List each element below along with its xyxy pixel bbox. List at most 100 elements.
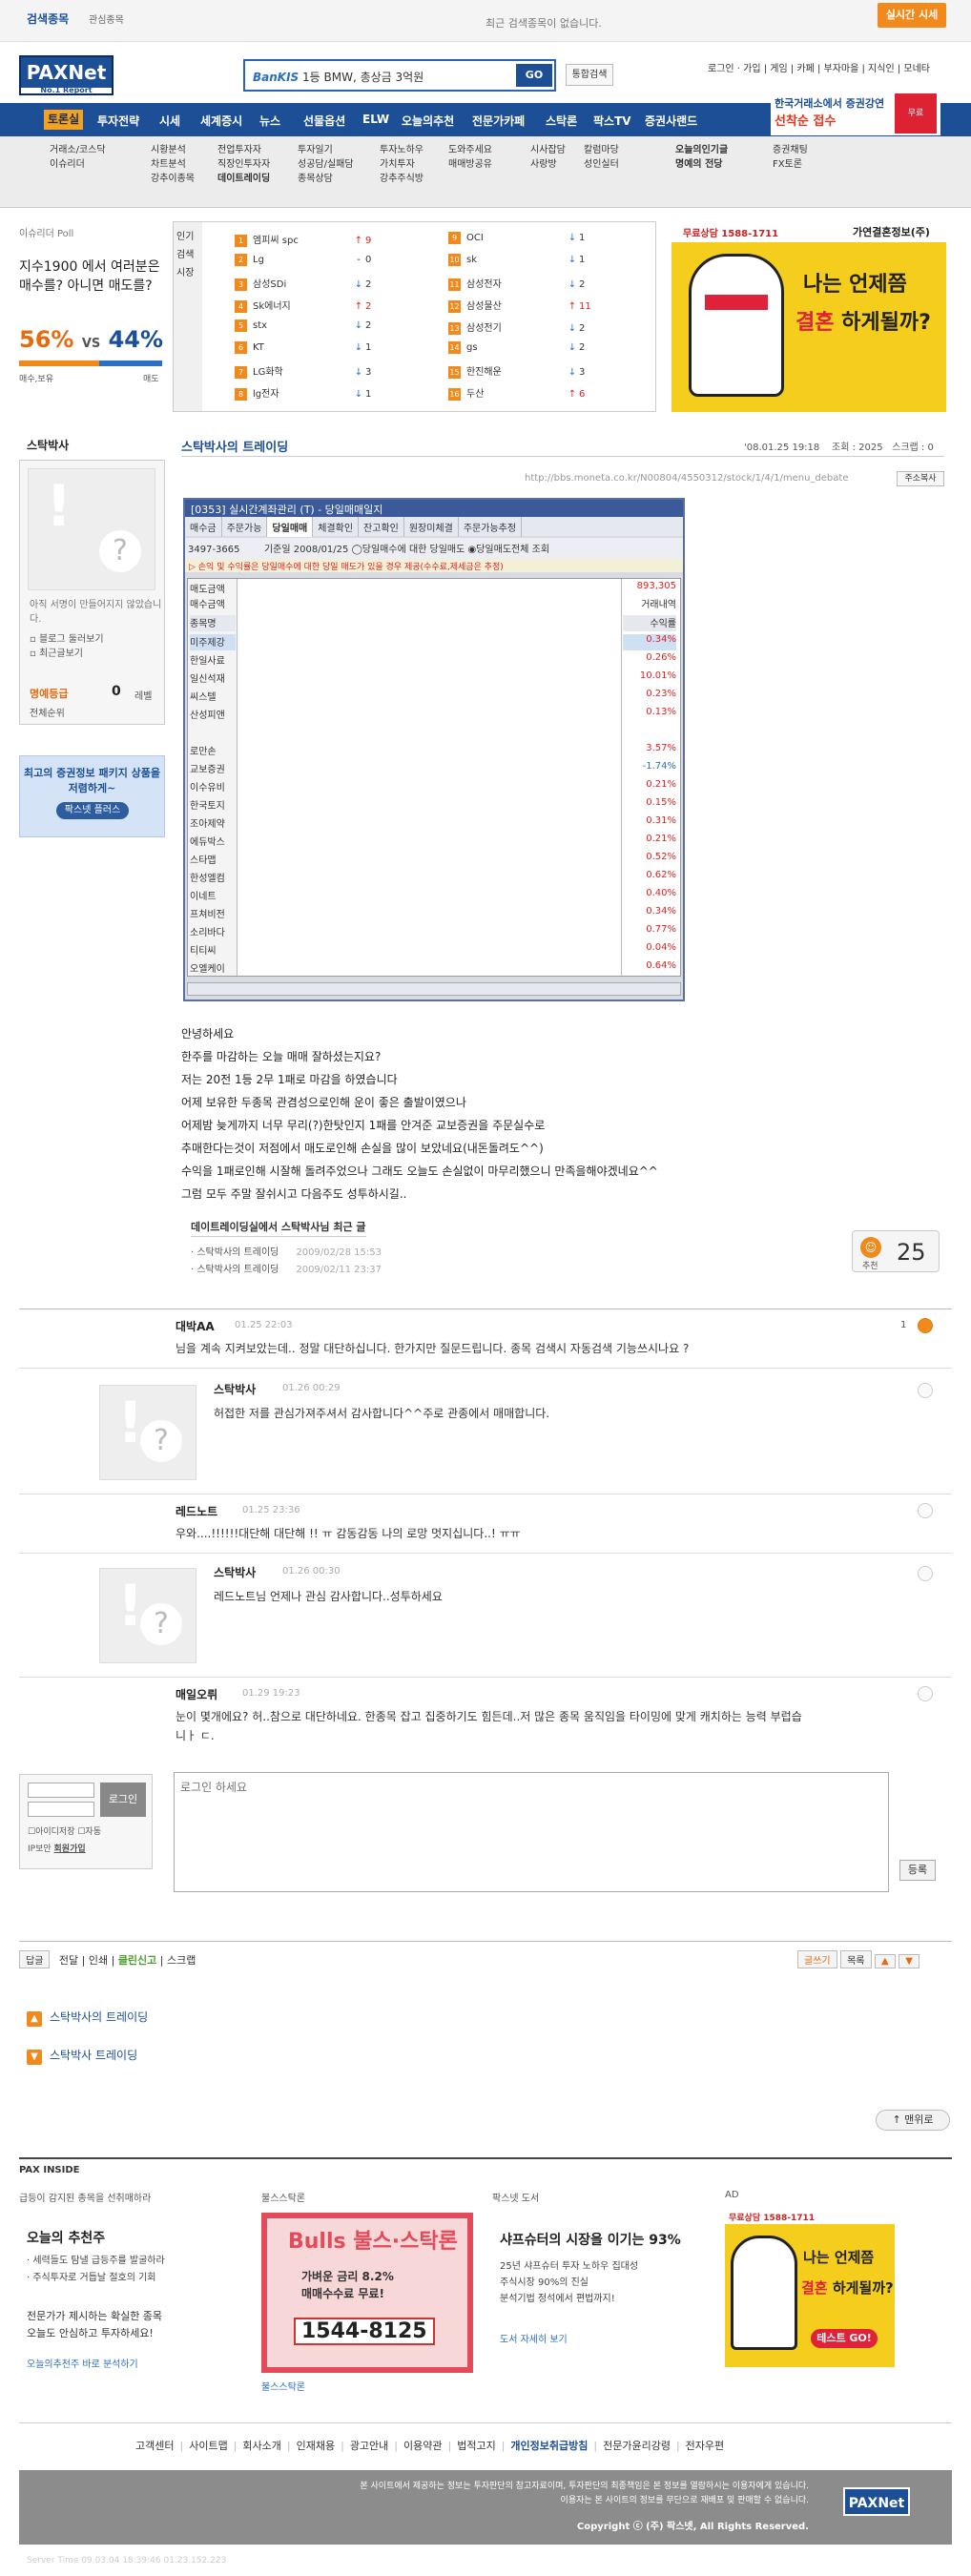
comment-author[interactable]: 대박AA xyxy=(176,1318,215,1334)
footer-link[interactable]: 전문가윤리강령 xyxy=(603,2440,671,2452)
nav-item-5[interactable]: 선물옵션 xyxy=(303,113,345,129)
recent-post-2[interactable]: · 스탁박사의 트레이딩 2009/02/11 23:37 xyxy=(191,1261,382,1275)
stock-row[interactable]: 7 LG화학 ↓ 3 xyxy=(235,363,371,382)
stock-row[interactable]: 12 삼성물산 ↑ 11 xyxy=(448,298,591,317)
reply-icon[interactable] xyxy=(918,1383,933,1398)
recommend-button[interactable]: ☺ 추천 25 xyxy=(852,1230,940,1272)
reply-icon[interactable] xyxy=(918,1686,933,1701)
login-pw-field[interactable] xyxy=(28,1802,94,1817)
marriage-ad-banner[interactable]: 무료상담 1588-1711 가연결혼정보(주) 나는 언제쯤 결혼 하게될까? xyxy=(671,221,946,412)
subnav-item[interactable]: 도와주세요 xyxy=(448,143,492,157)
stock-row[interactable]: 9 OCI ↓ 1 xyxy=(448,232,585,251)
nav-item-3[interactable]: 세계증시 xyxy=(200,113,242,129)
paxnet-logo[interactable]: PAXNet No.1 Report xyxy=(19,55,114,95)
reply-button[interactable]: 답글 xyxy=(19,1950,51,1968)
reply-icon[interactable] xyxy=(918,1318,933,1333)
subnav-item[interactable]: FX토론 xyxy=(773,157,808,172)
reply-textarea[interactable] xyxy=(174,1772,889,1892)
promo-banner[interactable]: 한국거래소에서 증권강연 선착순 접수 무료 xyxy=(771,93,940,135)
subnav-item[interactable]: 성인실터 xyxy=(584,157,619,172)
stock-side-tabs[interactable]: 인기 검색 시장 xyxy=(174,222,202,411)
footer-link[interactable]: 회사소개 xyxy=(242,2440,280,2452)
copy-url-button[interactable]: 주소복사 xyxy=(897,471,944,486)
stock-row[interactable]: 8 lg전자 ↓ 1 xyxy=(235,385,371,404)
stock-row[interactable]: 11 삼성전자 ↓ 2 xyxy=(448,276,585,295)
subnav-item[interactable]: 사랑방 xyxy=(530,157,566,172)
down-arrow-icon[interactable]: ▼ xyxy=(899,1954,919,1968)
subnav-item[interactable]: 가치투자 xyxy=(380,157,424,172)
login-extras[interactable]: IP보안 회원가입 xyxy=(28,1842,86,1854)
left-ad-banner[interactable]: 최고의 증권정보 패키지 상품을 저렴하게~ 팍스넷 플러스 xyxy=(19,755,165,837)
footer-link[interactable]: 전자우편 xyxy=(686,2440,724,2452)
list-button[interactable]: 목록 xyxy=(840,1950,872,1968)
profile-name[interactable]: 스탁박사 xyxy=(27,437,69,453)
subnav-item[interactable]: 거래소/코스닥 xyxy=(50,143,106,157)
recommend-stock-box[interactable]: 급등이 감지된 종목을 선취매하라 오늘의 추천주 · 세력들도 탐낼 급등주를… xyxy=(19,2190,248,2409)
back-to-top-button[interactable]: ↑ 맨위로 xyxy=(876,2110,950,2131)
subnav-item[interactable]: 강추주식방 xyxy=(380,172,424,186)
box-more-link[interactable]: 오늘의추천주 바로 분석하기 xyxy=(27,2356,138,2370)
nav-item-9[interactable]: 스탁론 xyxy=(546,113,577,129)
stock-side-tab-0[interactable]: 인기 xyxy=(176,228,199,246)
comment-author[interactable]: 레드노트 xyxy=(176,1503,217,1519)
prev-post-link[interactable]: ▲ 스탁박사의 트레이딩 xyxy=(27,2009,148,2027)
stock-row[interactable]: 14 gs ↓ 2 xyxy=(448,341,585,361)
nav-item-4[interactable]: 뉴스 xyxy=(259,113,280,129)
box-more-link[interactable]: 불스스탁론 xyxy=(261,2379,305,2393)
stock-side-tab-2[interactable]: 시장 xyxy=(176,264,199,282)
footer-link[interactable]: 법적고지 xyxy=(457,2440,495,2452)
stock-side-tab-1[interactable]: 검색 xyxy=(176,246,199,264)
clean-report-link[interactable]: 클린신고 xyxy=(118,1954,156,1967)
nav-item-6[interactable]: ELW xyxy=(362,113,389,126)
recent-posts-title[interactable]: 데이트레이딩실에서 스탁박사님 최근 글 xyxy=(191,1219,366,1237)
login-button[interactable]: 로그인 xyxy=(100,1783,146,1817)
stock-row[interactable]: 15 한진해운 ↓ 3 xyxy=(448,363,585,382)
subnav-item[interactable]: 강추이종목 xyxy=(151,172,195,186)
nav-item-0[interactable]: 토론실 xyxy=(44,110,84,130)
footer-link[interactable]: 인재채용 xyxy=(297,2440,335,2452)
subnav-item[interactable]: 성공담/실패담 xyxy=(298,157,354,172)
marriage-ad-small[interactable]: 무료상담 1588-1711 나는 언제쯤 결혼 하게될까? 테스트 GO! xyxy=(725,2209,895,2367)
login-id-field[interactable] xyxy=(28,1783,94,1798)
stock-row[interactable]: 10 sk ↓ 1 xyxy=(448,254,585,273)
subnav-item[interactable]: 전업투자자 xyxy=(217,143,270,157)
subnav-item[interactable]: 칼럼마당 xyxy=(584,143,619,157)
nav-item-1[interactable]: 투자전략 xyxy=(97,113,139,129)
ad-box[interactable]: AD 무료상담 1588-1711 나는 언제쯤 결혼 하게될까? 테스트 GO… xyxy=(725,2190,944,2409)
subnav-item[interactable]: 직장인투자자 xyxy=(217,157,270,172)
comment-author[interactable]: 매일오뤼 xyxy=(176,1686,217,1702)
issue-poll[interactable]: 이슈리더 Poll 지수1900 에서 여러분은 매수를? 아니면 매도를? 5… xyxy=(19,225,172,387)
comment-author[interactable]: 스탁박사 xyxy=(214,1381,256,1397)
subnav-item[interactable]: 증권채팅 xyxy=(773,143,808,157)
subnav-item[interactable]: 시황분석 xyxy=(151,143,195,157)
subnav-item[interactable]: 이슈리더 xyxy=(50,157,106,172)
stock-row[interactable]: 13 삼성전기 ↓ 2 xyxy=(448,319,585,339)
bulls-loan-box[interactable]: 불스스탁론 Bulls 불스·스탁론 가벼운 금리 8.2% 매매수수료 무료! … xyxy=(261,2190,481,2409)
nav-item-11[interactable]: 증권사랜드 xyxy=(645,113,697,129)
nav-item-2[interactable]: 시세 xyxy=(159,113,180,129)
print-link[interactable]: 인쇄 xyxy=(89,1954,108,1967)
stock-row[interactable]: 2 Lg -0 xyxy=(235,254,371,273)
stock-row[interactable]: 4 Sk에너지 ↑ 2 xyxy=(235,298,371,317)
subnav-item[interactable]: 데이트레이딩 xyxy=(217,172,270,186)
nav-item-10[interactable]: 팍스TV xyxy=(593,113,631,129)
comment-author[interactable]: 스탁박사 xyxy=(214,1564,256,1580)
subnav-item[interactable]: 차트분석 xyxy=(151,157,195,172)
reply-submit-button[interactable]: 등록 xyxy=(899,1860,936,1881)
top-links[interactable]: 로그인 · 가입 | 게임 | 카페 | 부자마을 | 지식인 | 모네타 xyxy=(708,60,930,74)
ad-test-button[interactable]: 테스트 GO! xyxy=(811,2329,878,2348)
nav-item-7[interactable]: 오늘의추천 xyxy=(402,113,454,129)
tab-watchlist[interactable]: 관심종목 xyxy=(89,11,124,26)
footer-link[interactable]: 사이트맵 xyxy=(189,2440,227,2452)
unified-search-button[interactable]: 통합검색 xyxy=(566,64,613,86)
stock-row[interactable]: 1 엠피씨 spc ↑ 9 xyxy=(235,232,371,251)
nav-item-8[interactable]: 전문가카페 xyxy=(472,113,525,129)
join-link[interactable]: 회원가입 xyxy=(54,1844,86,1854)
stock-row[interactable]: 3 삼성SDi ↓ 2 xyxy=(235,276,371,295)
footer-link[interactable]: 고객센터 xyxy=(135,2440,174,2452)
reply-input[interactable] xyxy=(175,1773,888,1891)
footer-link[interactable]: 광고안내 xyxy=(350,2440,388,2452)
login-options[interactable]: ☐아이디저장 ☐자동 xyxy=(28,1824,101,1837)
footer-link[interactable]: 이용약관 xyxy=(403,2440,442,2452)
subnav-item[interactable]: 오늘의인기글 xyxy=(675,143,728,157)
